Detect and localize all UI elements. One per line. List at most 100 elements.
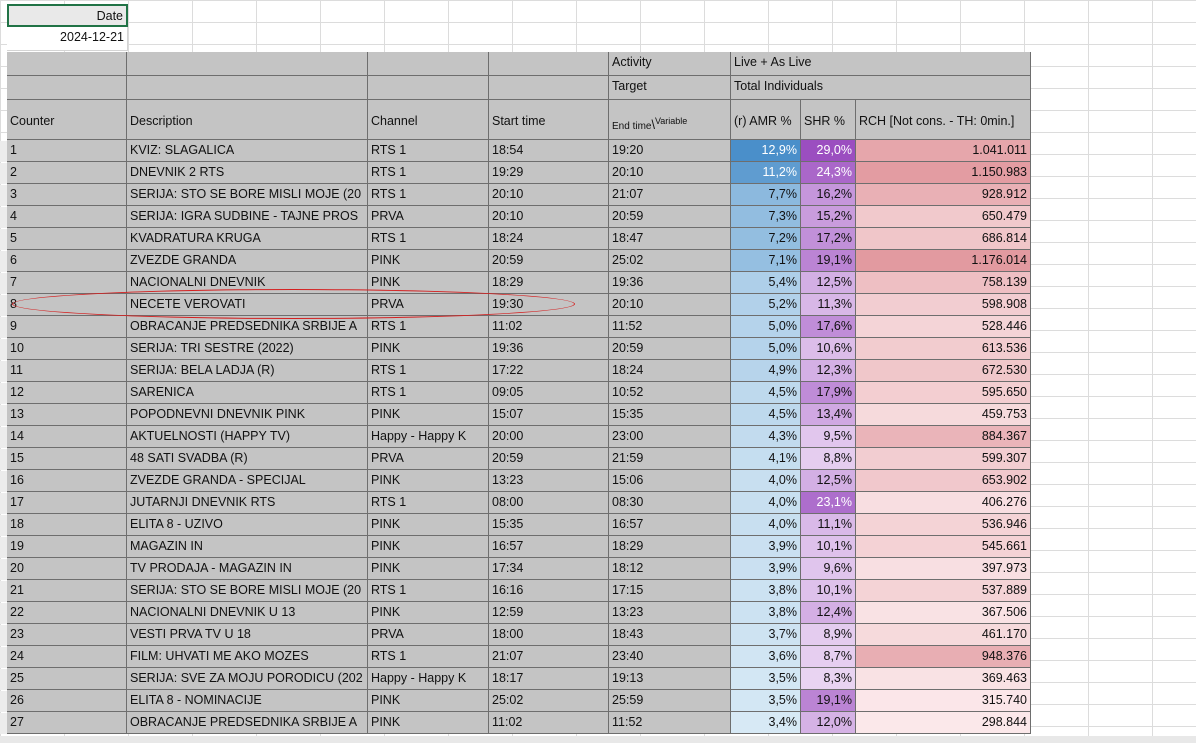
counter-cell[interactable]: 6 (7, 250, 127, 272)
counter-cell[interactable]: 25 (7, 668, 127, 690)
start-time-cell[interactable]: 20:59 (489, 448, 609, 470)
description-cell[interactable]: OBRACANJE PREDSEDNIKA SRBIJE A (127, 316, 368, 338)
description-cell[interactable]: DNEVNIK 2 RTS (127, 162, 368, 184)
channel-cell[interactable]: PINK (368, 602, 489, 624)
rch-cell[interactable]: 369.463 (856, 668, 1031, 690)
start-time-cell[interactable]: 11:02 (489, 316, 609, 338)
rch-cell[interactable]: 315.740 (856, 690, 1031, 712)
shr-cell[interactable]: 10,1% (801, 536, 856, 558)
end-time-cell[interactable]: 15:06 (609, 470, 731, 492)
amr-cell[interactable]: 5,0% (731, 316, 801, 338)
start-time-cell[interactable]: 21:07 (489, 646, 609, 668)
description-cell[interactable]: JUTARNJI DNEVNIK RTS (127, 492, 368, 514)
rch-cell[interactable]: 758.139 (856, 272, 1031, 294)
header-blank-cell[interactable] (127, 76, 368, 100)
amr-cell[interactable]: 3,9% (731, 536, 801, 558)
end-time-cell[interactable]: 19:36 (609, 272, 731, 294)
rch-cell[interactable]: 298.844 (856, 712, 1031, 734)
header-blank-cell[interactable] (7, 52, 127, 76)
counter-cell[interactable]: 10 (7, 338, 127, 360)
counter-cell[interactable]: 21 (7, 580, 127, 602)
rch-cell[interactable]: 1.176.014 (856, 250, 1031, 272)
start-time-cell[interactable]: 25:02 (489, 690, 609, 712)
header-blank-cell[interactable] (489, 52, 609, 76)
col-header-start-time[interactable]: Start time (489, 100, 609, 140)
description-cell[interactable]: SARENICA (127, 382, 368, 404)
shr-cell[interactable]: 17,9% (801, 382, 856, 404)
start-time-cell[interactable]: 18:24 (489, 228, 609, 250)
shr-cell[interactable]: 29,0% (801, 140, 856, 162)
start-time-cell[interactable]: 18:17 (489, 668, 609, 690)
amr-cell[interactable]: 7,1% (731, 250, 801, 272)
header-blank-cell[interactable] (368, 76, 489, 100)
description-cell[interactable]: ELITA 8 - NOMINACIJE (127, 690, 368, 712)
end-time-cell[interactable]: 18:47 (609, 228, 731, 250)
description-cell[interactable]: OBRACANJE PREDSEDNIKA SRBIJE A (127, 712, 368, 734)
counter-cell[interactable]: 19 (7, 536, 127, 558)
date-label-cell[interactable]: Date (7, 4, 128, 27)
shr-cell[interactable]: 17,2% (801, 228, 856, 250)
end-time-cell[interactable]: 20:10 (609, 162, 731, 184)
rch-cell[interactable]: 536.946 (856, 514, 1031, 536)
counter-cell[interactable]: 11 (7, 360, 127, 382)
shr-cell[interactable]: 9,6% (801, 558, 856, 580)
counter-cell[interactable]: 2 (7, 162, 127, 184)
col-header-end-time[interactable]: End time\Variable (609, 100, 731, 140)
rch-cell[interactable]: 1.041.011 (856, 140, 1031, 162)
description-cell[interactable]: KVADRATURA KRUGA (127, 228, 368, 250)
channel-cell[interactable]: PINK (368, 404, 489, 426)
description-cell[interactable]: NECETE VEROVATI (127, 294, 368, 316)
shr-cell[interactable]: 19,1% (801, 690, 856, 712)
channel-cell[interactable]: RTS 1 (368, 360, 489, 382)
amr-cell[interactable]: 5,2% (731, 294, 801, 316)
counter-cell[interactable]: 18 (7, 514, 127, 536)
amr-cell[interactable]: 4,3% (731, 426, 801, 448)
header-blank-cell[interactable] (489, 76, 609, 100)
end-time-cell[interactable]: 16:57 (609, 514, 731, 536)
end-time-cell[interactable]: 21:07 (609, 184, 731, 206)
horizontal-scrollbar[interactable] (0, 736, 1196, 743)
amr-cell[interactable]: 4,1% (731, 448, 801, 470)
rch-cell[interactable]: 528.446 (856, 316, 1031, 338)
rch-cell[interactable]: 397.973 (856, 558, 1031, 580)
end-time-cell[interactable]: 11:52 (609, 316, 731, 338)
start-time-cell[interactable]: 20:59 (489, 250, 609, 272)
description-cell[interactable]: SERIJA: TRI SESTRE (2022) (127, 338, 368, 360)
end-time-cell[interactable]: 23:40 (609, 646, 731, 668)
channel-cell[interactable]: RTS 1 (368, 492, 489, 514)
shr-cell[interactable]: 23,1% (801, 492, 856, 514)
rch-cell[interactable]: 545.661 (856, 536, 1031, 558)
channel-cell[interactable]: PINK (368, 470, 489, 492)
amr-cell[interactable]: 12,9% (731, 140, 801, 162)
channel-cell[interactable]: PINK (368, 536, 489, 558)
counter-cell[interactable]: 27 (7, 712, 127, 734)
channel-cell[interactable]: PRVA (368, 294, 489, 316)
rch-cell[interactable]: 1.150.983 (856, 162, 1031, 184)
header-blank-cell[interactable] (368, 52, 489, 76)
shr-cell[interactable]: 12,3% (801, 360, 856, 382)
start-time-cell[interactable]: 13:23 (489, 470, 609, 492)
shr-cell[interactable]: 19,1% (801, 250, 856, 272)
channel-cell[interactable]: RTS 1 (368, 580, 489, 602)
rch-cell[interactable]: 653.902 (856, 470, 1031, 492)
shr-cell[interactable]: 10,6% (801, 338, 856, 360)
activity-label-cell[interactable]: Activity (609, 52, 731, 76)
channel-cell[interactable]: RTS 1 (368, 646, 489, 668)
amr-cell[interactable]: 4,9% (731, 360, 801, 382)
amr-cell[interactable]: 5,0% (731, 338, 801, 360)
end-time-cell[interactable]: 17:15 (609, 580, 731, 602)
col-header-shr[interactable]: SHR % (801, 100, 856, 140)
col-header-amr[interactable]: (r) AMR % (731, 100, 801, 140)
start-time-cell[interactable]: 11:02 (489, 712, 609, 734)
shr-cell[interactable]: 12,5% (801, 272, 856, 294)
channel-cell[interactable]: PINK (368, 712, 489, 734)
channel-cell[interactable]: Happy - Happy K (368, 668, 489, 690)
amr-cell[interactable]: 3,8% (731, 602, 801, 624)
counter-cell[interactable]: 9 (7, 316, 127, 338)
end-time-cell[interactable]: 19:20 (609, 140, 731, 162)
description-cell[interactable]: ELITA 8 - UZIVO (127, 514, 368, 536)
description-cell[interactable]: NACIONALNI DNEVNIK U 13 (127, 602, 368, 624)
col-header-description[interactable]: Description (127, 100, 368, 140)
amr-cell[interactable]: 3,5% (731, 668, 801, 690)
target-label-cell[interactable]: Target (609, 76, 731, 100)
